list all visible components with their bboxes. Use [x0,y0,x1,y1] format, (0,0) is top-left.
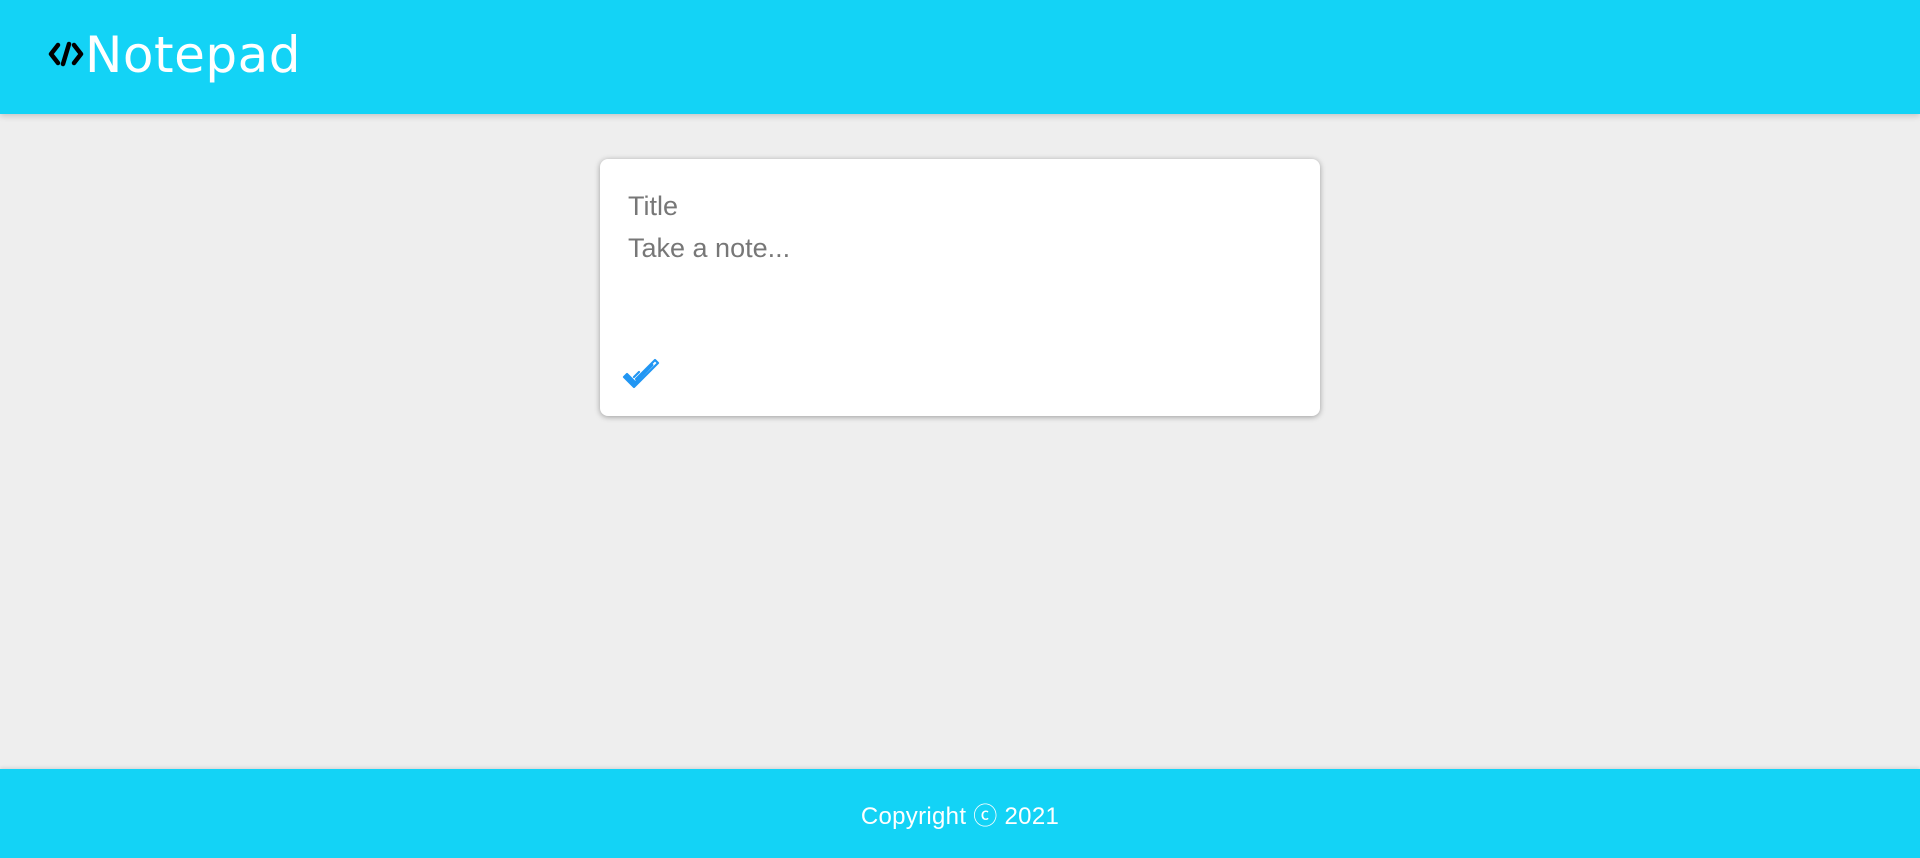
code-icon [48,36,84,72]
app: Notepad Copyright ⓒ 2021 [0,0,1920,858]
footer-bar: Copyright ⓒ 2021 [0,769,1920,858]
copyright-text: Copyright ⓒ 2021 [860,803,1060,830]
create-note-form [600,159,1320,416]
double-check-icon [622,358,662,393]
header-bar: Notepad [0,0,1920,114]
app-title: Notepad [85,26,301,84]
note-content-input[interactable] [628,233,1288,333]
add-note-button[interactable] [620,353,664,397]
brand: Notepad [48,0,301,114]
main-content [0,114,1920,769]
note-title-input[interactable] [628,187,1288,225]
